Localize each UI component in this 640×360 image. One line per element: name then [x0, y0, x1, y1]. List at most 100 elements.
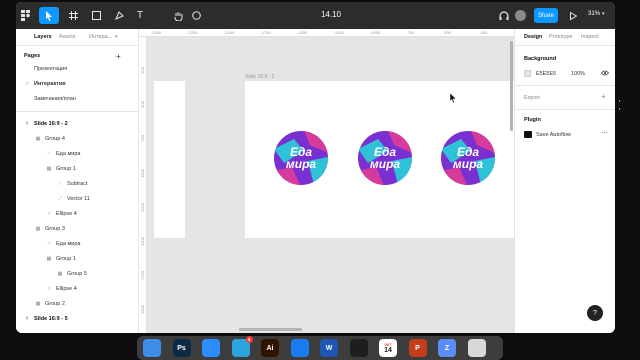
figma-window: T 14.10 Share 31% ▾ Layers Assets Интера… — [16, 2, 615, 333]
logo-text: Еда мира — [441, 131, 495, 185]
illustrator-icon[interactable]: Ai — [261, 339, 279, 357]
design-panel: Design Prototype Inspect Background E5E5… — [514, 29, 615, 333]
telegram-icon[interactable]: 3 — [231, 336, 253, 357]
eye-icon[interactable] — [600, 70, 610, 78]
logo-eda-mira[interactable]: Еда мира — [441, 131, 495, 185]
finder-icon[interactable] — [143, 339, 161, 357]
bg-color-swatch[interactable] — [524, 70, 531, 77]
ruler-tick: -1500 — [297, 30, 308, 35]
layer-row[interactable]: # Slide 16:9 - 2 — [16, 117, 139, 131]
group-icon: ▦ — [46, 256, 52, 262]
chevron-down-icon[interactable]: ▾ — [115, 34, 118, 40]
vector-icon: ⟋ — [58, 196, 62, 202]
shape-tool-icon[interactable] — [90, 7, 102, 24]
figma-icon[interactable] — [349, 339, 368, 357]
layer-label: Subtract — [67, 181, 88, 187]
vector-icon: ⟋ — [47, 151, 51, 157]
layer-row[interactable]: ▦ Group 5 — [16, 267, 139, 281]
tab-layers[interactable]: Layers — [34, 34, 52, 40]
file-title[interactable]: 14.10 — [306, 10, 356, 19]
canvas[interactable]: -2500 -2250 -2000 -1750 -1500 -1250 -1000 -750 -… — [139, 29, 514, 333]
pages-header: Pages + — [16, 49, 139, 63]
add-export-icon[interactable]: + — [601, 92, 606, 101]
pen-tool-icon[interactable] — [113, 7, 125, 24]
divider — [16, 111, 139, 112]
headphones-icon[interactable] — [498, 7, 510, 24]
ruler-tick: -1000 — [370, 30, 381, 35]
zoom-level[interactable]: 31% — [588, 11, 600, 17]
avatar[interactable] — [515, 10, 526, 21]
layer-row[interactable]: ▦ Group 1 — [16, 162, 139, 176]
figma-menu-icon[interactable] — [18, 7, 32, 24]
divider — [515, 109, 615, 110]
layer-label: Group 5 — [67, 271, 87, 277]
layer-row[interactable]: ○ Ellipse 4 — [16, 282, 139, 296]
notification-badge: 3 — [245, 336, 253, 343]
desktop: T 14.10 Share 31% ▾ Layers Assets Интера… — [0, 0, 640, 360]
present-play-icon[interactable] — [568, 7, 578, 24]
comment-icon[interactable] — [190, 7, 202, 24]
ruler-tick: -2000 — [224, 30, 235, 35]
frame-label[interactable]: Slide 16:9 - 2 — [245, 74, 274, 80]
logo-text: Еда мира — [274, 131, 328, 185]
layer-row[interactable]: ▦ Group 4 — [16, 132, 139, 146]
layer-row[interactable]: ▦ Group 1 — [16, 252, 139, 266]
share-button[interactable]: Share — [534, 8, 558, 23]
tab-inspect[interactable]: Inspect — [581, 34, 599, 40]
layer-row[interactable]: ⟋ Vector 11 — [16, 192, 139, 206]
ruler-tick: -750 — [406, 30, 415, 35]
photoshop-icon[interactable]: Ps — [172, 339, 191, 357]
left-tabs: Layers Assets Интера... ▾ — [16, 29, 139, 46]
desktop-fragment: ▪ — [619, 98, 621, 103]
hand-tool-icon[interactable] — [172, 7, 184, 24]
dock-label: P — [415, 344, 420, 352]
logo-line-2: мира — [285, 157, 317, 171]
powerpoint-icon[interactable]: P — [408, 339, 427, 357]
slide-frame[interactable]: Еда мира Еда мира Еда мира — [245, 81, 514, 238]
partial-frame[interactable] — [154, 81, 185, 238]
layers-panel: Layers Assets Интера... ▾ Pages + Презен… — [16, 29, 139, 333]
page-item[interactable]: Замечания/план — [16, 92, 139, 106]
layer-row[interactable]: ○ Ellipse 4 — [16, 207, 139, 221]
right-tabs: Design Prototype Inspect — [515, 29, 615, 46]
layer-label: Group 2 — [45, 301, 65, 307]
layer-row[interactable]: ⟋ Еда мира — [16, 237, 139, 251]
vertical-scrollbar[interactable] — [510, 41, 513, 131]
bg-hex[interactable]: E5E5E5 — [536, 71, 556, 77]
layer-row[interactable]: ▦ Group 2 — [16, 297, 139, 311]
layer-row[interactable]: ⟋ Еда мира — [16, 147, 139, 161]
ellipse-icon: ○ — [47, 286, 51, 292]
plugin-name[interactable]: Save Autoflow — [536, 132, 571, 138]
safari-icon[interactable] — [290, 339, 309, 357]
help-button[interactable]: ? — [587, 305, 603, 321]
move-tool-icon[interactable] — [39, 7, 59, 24]
bg-opacity[interactable]: 100% — [571, 71, 585, 77]
layer-row[interactable]: ▦ Group 3 — [16, 222, 139, 236]
layer-row[interactable]: ⟋ Subtract — [16, 177, 139, 191]
tab-design[interactable]: Design — [524, 34, 542, 40]
chevron-down-icon[interactable]: ▾ — [602, 11, 605, 17]
logo-eda-mira[interactable]: Еда мира — [274, 131, 328, 185]
logo-eda-mira[interactable]: Еда мира — [358, 131, 412, 185]
frame-tool-icon[interactable] — [67, 7, 79, 24]
layer-row[interactable]: # Slide 16:9 - 5 — [16, 312, 139, 326]
tab-assets[interactable]: Assets — [59, 34, 76, 40]
text-tool-icon[interactable]: T — [134, 7, 146, 24]
divider — [515, 85, 615, 86]
zoom-app-icon[interactable]: Z — [438, 339, 456, 357]
more-icon[interactable]: ⋯ — [601, 129, 608, 137]
zoom-icon[interactable] — [202, 339, 220, 357]
page-item[interactable]: ✓ Интерактив — [16, 77, 139, 91]
ruler-tick: 1000 — [140, 169, 145, 178]
trash-icon[interactable] — [467, 339, 486, 357]
calendar-icon[interactable]: ОКТ 14 — [379, 339, 397, 357]
add-page-icon[interactable]: + — [116, 52, 121, 61]
background-label: Background — [524, 56, 557, 62]
tab-prototype[interactable]: Prototype — [549, 34, 573, 40]
page-item[interactable]: Презентация — [16, 62, 139, 76]
tab-interactive[interactable]: Интера... — [89, 34, 112, 40]
word-icon[interactable]: W — [320, 339, 338, 357]
layer-label: Group 4 — [45, 136, 65, 142]
frame-icon: # — [25, 316, 29, 322]
horizontal-scrollbar[interactable] — [239, 328, 302, 331]
